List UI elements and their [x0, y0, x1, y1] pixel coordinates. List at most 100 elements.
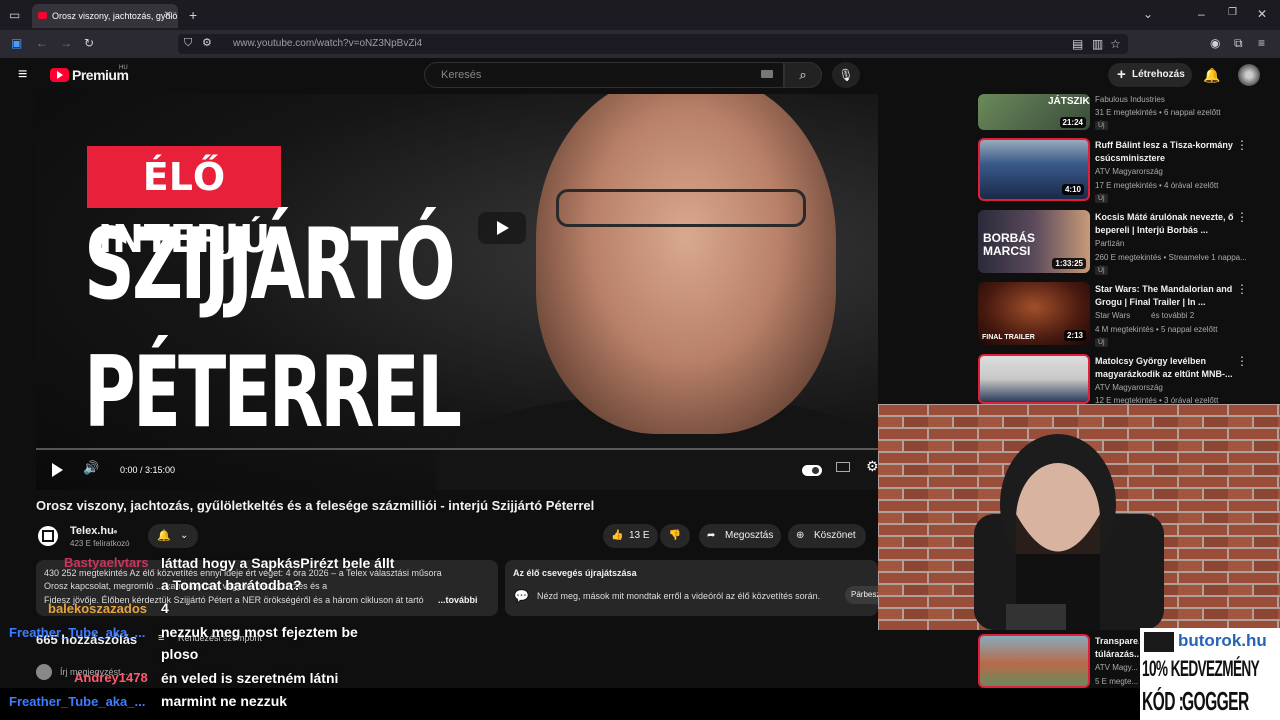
share-label: Megosztás	[725, 530, 774, 541]
chat-message: a Tomcat barátodba?	[161, 577, 302, 593]
thumbnail-text: FINAL TRAILER	[982, 334, 1035, 341]
browser-tab-bar: ▭ Orosz viszony, jachtozás, gyűlöle ✕ + …	[0, 0, 1280, 30]
account-icon[interactable]: ◉	[1210, 37, 1220, 49]
browser-tab[interactable]: Orosz viszony, jachtozás, gyűlöle ✕	[32, 4, 178, 28]
tab-title: Orosz viszony, jachtozás, gyűlöle	[52, 11, 178, 21]
promo-code: GOGGER	[1182, 686, 1249, 716]
video-meta: 4 M megtekintés • 5 nappal ezelőtt	[1095, 325, 1218, 334]
recommended-video-4[interactable]: FINAL TRAILER 2:13 Star Wars: The Mandal…	[978, 282, 1278, 348]
search-icon: ⌕	[799, 67, 807, 82]
like-button[interactable]: 👍 13 E	[603, 524, 658, 548]
sponsor-promo: butorok.hu 10% KEDVEZMÉNY KÓD : GOGGER	[1140, 628, 1280, 720]
new-badge: Új	[1095, 121, 1108, 130]
minimize-icon[interactable]: –	[1198, 8, 1205, 20]
chat-username: Andrey1478	[74, 670, 148, 685]
dislike-button[interactable]: 👎	[660, 524, 690, 548]
create-button[interactable]: + Létrehozás	[1108, 63, 1192, 87]
url-text: www.youtube.com/watch?v=oNZ3NpBvZi4	[233, 38, 423, 49]
user-avatar	[36, 664, 52, 680]
bookmark-star-icon[interactable]: ☆	[1110, 38, 1121, 50]
more-options-icon[interactable]: ⋮	[1236, 210, 1248, 224]
bell-icon: 🔔	[157, 530, 171, 542]
thumbs-up-icon: 👍	[611, 530, 624, 541]
telex-logo-icon	[42, 530, 54, 542]
channel-name: Partizán	[1095, 239, 1125, 248]
chat-message: én veled is szeretném látni	[161, 670, 339, 686]
chevron-down-icon[interactable]: ⌄	[1143, 8, 1153, 20]
microphone-icon: 🎙	[838, 68, 854, 82]
chat-username: Freather_Tube_aka_...	[9, 625, 146, 640]
like-count: 13 E	[629, 530, 650, 541]
video-person-face	[536, 94, 836, 434]
video-title: Matolcsy György levélben magyarázkodik a…	[1095, 356, 1233, 379]
more-options-icon[interactable]: ⋮	[1236, 282, 1248, 296]
subtitles-icon[interactable]	[836, 462, 850, 472]
verified-icon: ●	[113, 527, 118, 536]
close-tab-icon[interactable]: ✕	[164, 4, 172, 28]
play-button-icon[interactable]	[52, 463, 63, 477]
tab-list-icon[interactable]: ▭	[9, 9, 20, 21]
video-thumbnail: JÁTSZIK 21:24	[978, 94, 1090, 130]
new-tab-icon[interactable]: +	[189, 8, 197, 22]
video-duration: 1:33:25	[1052, 258, 1086, 269]
thumbnail-text: JÁTSZIK	[1048, 96, 1090, 107]
share-button[interactable]: ➦ Megosztás	[699, 524, 781, 548]
chat-bubble-icon: 💬	[514, 589, 529, 603]
chat-username: Freather_Tube_aka_...	[9, 694, 146, 709]
video-player[interactable]: ÉLŐ INTERJÚ SZIJJÁRTÓ PÉTERREL 🔊 0:00 / …	[36, 94, 878, 490]
recommended-video-3[interactable]: BORBÁS MARCSI 1:33:25 Kocsis Máté árulón…	[978, 210, 1278, 276]
new-badge: Új	[1095, 266, 1108, 275]
avatar[interactable]	[1238, 64, 1260, 86]
promo-site: butorok.hu	[1178, 631, 1267, 650]
menu-icon[interactable]: ≡	[1258, 37, 1265, 49]
volume-icon[interactable]: 🔊	[83, 460, 99, 476]
chat-message: 4	[161, 600, 169, 616]
more-options-icon[interactable]: ⋮	[1236, 138, 1248, 152]
share-arrow-icon: ➦	[707, 530, 716, 541]
video-thumbnail	[978, 354, 1090, 404]
channel-name[interactable]: Telex.hu	[70, 525, 114, 537]
video-title: Star Wars: The Mandalorian and Grogu | F…	[1095, 284, 1233, 307]
recommended-video-2[interactable]: 4:10 Ruff Bálint lesz a Tisza-kormány cs…	[978, 138, 1278, 204]
forward-icon[interactable]: →	[60, 37, 72, 49]
brick-wall-background	[878, 404, 1280, 630]
chat-username: Bastyaelvtars	[64, 555, 149, 570]
extensions-icon[interactable]: ⧉	[1234, 37, 1243, 49]
more-options-icon[interactable]: ⋮	[1236, 354, 1248, 368]
channel-name: ATV Magy...	[1095, 663, 1138, 672]
notifications-bell-icon[interactable]: 🔔	[1203, 67, 1220, 84]
restore-icon[interactable]: ❐	[1228, 8, 1237, 18]
keyboard-icon[interactable]	[761, 70, 773, 78]
reader-icon[interactable]: ▥	[1092, 38, 1103, 50]
reload-icon[interactable]: ↻	[84, 37, 94, 49]
video-person-glasses	[556, 189, 806, 227]
settings-gear-icon[interactable]: ⚙	[866, 458, 878, 475]
video-thumbnail: FINAL TRAILER 2:13	[978, 282, 1090, 345]
close-window-icon[interactable]: ✕	[1257, 8, 1267, 20]
url-bar[interactable]: ⛉ ⚙ www.youtube.com/watch?v=oNZ3NpBvZi4 …	[178, 34, 1128, 54]
video-meta: 31 E megtekintés • 6 nappal ezelőtt	[1095, 108, 1221, 117]
permissions-icon[interactable]: ⚙	[202, 38, 212, 49]
hamburger-menu-icon[interactable]: ≡	[18, 66, 27, 84]
promo-code-label: KÓD :	[1142, 686, 1184, 716]
channel-avatar[interactable]	[38, 526, 58, 546]
voice-search-button[interactable]: 🎙	[832, 62, 860, 88]
shield-icon[interactable]: ⛉	[184, 38, 192, 49]
show-more-link[interactable]: ...további	[438, 595, 478, 605]
subscriber-count: 423 E feliratkozó	[70, 539, 130, 548]
screenshot-icon[interactable]: ▤	[1072, 38, 1083, 50]
autoplay-toggle[interactable]	[802, 465, 822, 476]
video-thumbnail: BORBÁS MARCSI 1:33:25	[978, 210, 1090, 273]
subscribed-bell-button[interactable]: 🔔 ⌄	[148, 524, 198, 548]
youtube-logo-icon[interactable]	[50, 68, 69, 82]
search-button[interactable]: ⌕	[784, 62, 822, 88]
thanks-button[interactable]: ⊕ Köszönet	[788, 524, 866, 548]
video-title: Transpare... túlárazás...	[1095, 636, 1139, 659]
chevron-down-icon: ⌄	[180, 530, 189, 541]
back-icon[interactable]: ←	[36, 37, 48, 49]
video-title: Ruff Bálint lesz a Tisza-kormány csúcsmi…	[1095, 140, 1233, 163]
progress-bar[interactable]	[36, 448, 878, 450]
search-input[interactable]: Keresés	[424, 62, 784, 88]
sidebar-toggle-icon[interactable]: ▣	[11, 37, 22, 49]
center-play-icon[interactable]	[478, 212, 526, 244]
